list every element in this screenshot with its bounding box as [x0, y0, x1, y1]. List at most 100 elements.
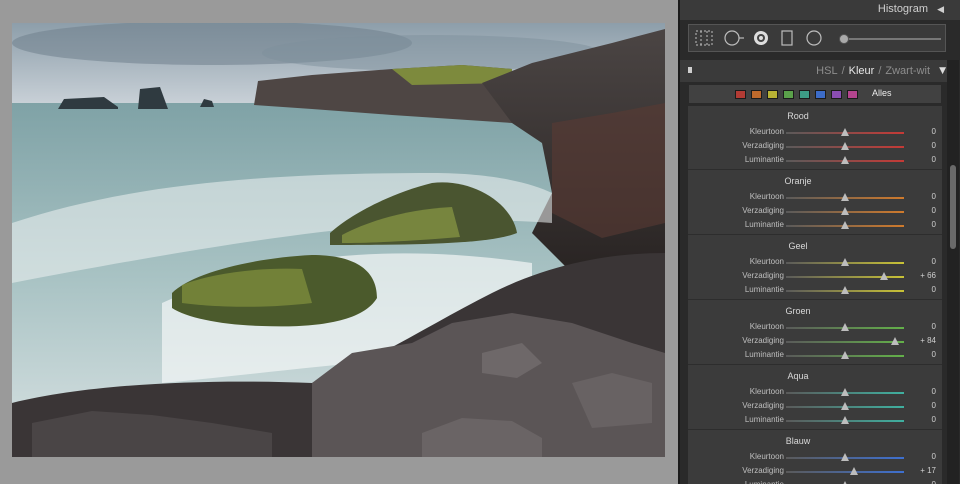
- slider-row-luminantie: Luminantie 0: [688, 414, 942, 428]
- slider-row-kleurtoon: Kleurtoon 0: [688, 256, 942, 270]
- adjustment-brush-icon[interactable]: [839, 34, 849, 44]
- slider-knob[interactable]: [850, 467, 859, 475]
- slider-label: Luminantie: [744, 285, 784, 294]
- slider-label: Luminantie: [745, 480, 784, 484]
- group-title: Geel: [788, 241, 808, 251]
- slider-row-kleurtoon: Kleurtoon 0: [688, 321, 942, 335]
- slider-knob[interactable]: [841, 207, 849, 215]
- tool-strip: [688, 24, 946, 52]
- slider-value[interactable]: 0: [906, 452, 936, 461]
- slider-knob[interactable]: [841, 323, 849, 331]
- slider-row-verzadiging: Verzadiging 0: [688, 205, 942, 219]
- slider-row-kleurtoon: Kleurtoon 0: [688, 386, 942, 400]
- slider-value[interactable]: 0: [906, 415, 936, 424]
- panel-scrollbar[interactable]: [947, 60, 959, 484]
- slider-knob[interactable]: [841, 453, 849, 461]
- slider-label: Kleurtoon: [749, 452, 784, 461]
- lightroom-develop-window: Histogram ◀ HSL / Kleur / Zwart-wit ▼ Al…: [0, 0, 960, 484]
- slider-label: Luminantie: [744, 350, 784, 359]
- slider-knob[interactable]: [890, 337, 899, 345]
- slider-value[interactable]: + 66: [906, 271, 936, 280]
- slider-value[interactable]: + 17: [906, 466, 936, 475]
- triangle-left-icon[interactable]: ◀: [937, 5, 944, 15]
- slider-label: Luminantie: [744, 415, 784, 424]
- color-group-aqua: Aqua Kleurtoon 0 Verzadiging 0 Luminantie 0: [688, 366, 942, 430]
- group-title: Aqua: [787, 371, 809, 381]
- slider-value[interactable]: 0: [906, 480, 936, 484]
- swatch-groen[interactable]: [783, 90, 794, 99]
- panel-switch-icon[interactable]: [688, 67, 692, 73]
- spot-removal-icon[interactable]: [723, 30, 745, 46]
- radial-filter-icon[interactable]: [805, 30, 823, 46]
- color-groups-list: Rood Kleurtoon 0 Verzadiging 0 Luminantie 0 Ora…: [688, 106, 942, 484]
- image-viewer: [0, 0, 678, 484]
- slider-knob[interactable]: [841, 388, 849, 396]
- slider-value[interactable]: 0: [906, 155, 936, 164]
- slider-value[interactable]: 0: [906, 257, 936, 266]
- tab-kleur[interactable]: Kleur: [849, 65, 875, 77]
- swatch-magenta[interactable]: [847, 90, 858, 99]
- slider-value[interactable]: 0: [906, 141, 936, 150]
- slider-value[interactable]: 0: [906, 220, 936, 229]
- adjustment-brush-slider[interactable]: [841, 38, 941, 40]
- tab-separator: /: [841, 65, 845, 77]
- slider-value[interactable]: 0: [906, 285, 936, 294]
- swatch-oranje[interactable]: [751, 90, 762, 99]
- slider-knob[interactable]: [841, 221, 849, 229]
- photo-preview[interactable]: [12, 23, 665, 457]
- slider-row-verzadiging: Verzadiging 0: [688, 400, 942, 414]
- tab-zwart-wit[interactable]: Zwart-wit: [885, 65, 930, 77]
- swatch-rood[interactable]: [735, 90, 746, 99]
- tab-hsl[interactable]: HSL: [816, 65, 837, 77]
- slider-row-luminantie: Luminantie 0: [688, 479, 942, 484]
- photo-seascape-image: [12, 23, 665, 457]
- slider-row-luminantie: Luminantie 0: [688, 284, 942, 298]
- histogram-panel-header[interactable]: Histogram ◀: [680, 0, 960, 20]
- slider-knob[interactable]: [841, 286, 849, 294]
- slider-knob[interactable]: [841, 193, 849, 201]
- slider-knob[interactable]: [841, 416, 849, 424]
- color-group-geel: Geel Kleurtoon 0 Verzadiging + 66 Luminantie 0: [688, 236, 942, 300]
- slider-knob[interactable]: [879, 272, 888, 280]
- slider-label: Verzadiging: [742, 401, 784, 410]
- slider-label: Verzadiging: [742, 336, 784, 345]
- slider-value[interactable]: 0: [906, 322, 936, 331]
- color-swatch-bar: Alles: [688, 84, 942, 104]
- slider-label: Verzadiging: [742, 271, 784, 280]
- slider-row-luminantie: Luminantie 0: [688, 154, 942, 168]
- swatch-blauw[interactable]: [815, 90, 826, 99]
- slider-value[interactable]: 0: [906, 127, 936, 136]
- slider-track[interactable]: [786, 341, 904, 343]
- color-group-rood: Rood Kleurtoon 0 Verzadiging 0 Luminantie 0: [688, 106, 942, 170]
- red-eye-icon[interactable]: [753, 30, 769, 46]
- slider-knob[interactable]: [841, 128, 849, 136]
- swatch-aqua[interactable]: [799, 90, 810, 99]
- slider-knob[interactable]: [841, 351, 849, 359]
- graduated-filter-icon[interactable]: [781, 30, 793, 46]
- triangle-down-icon[interactable]: ▼: [939, 66, 946, 76]
- slider-value[interactable]: 0: [906, 350, 936, 359]
- slider-row-kleurtoon: Kleurtoon 0: [688, 451, 942, 465]
- slider-row-kleurtoon: Kleurtoon 0: [688, 126, 942, 140]
- slider-value[interactable]: + 84: [906, 336, 936, 345]
- slider-knob[interactable]: [841, 258, 849, 266]
- swatch-geel[interactable]: [767, 90, 778, 99]
- swatch-paars[interactable]: [831, 90, 842, 99]
- swatch-all-button[interactable]: Alles: [872, 88, 892, 98]
- slider-knob[interactable]: [841, 142, 849, 150]
- crop-overlay-icon[interactable]: [695, 30, 713, 46]
- slider-knob[interactable]: [841, 156, 849, 164]
- slider-label: Kleurtoon: [749, 127, 784, 136]
- slider-row-verzadiging: Verzadiging + 84: [688, 335, 942, 349]
- scrollbar-thumb[interactable]: [950, 165, 956, 249]
- slider-label: Kleurtoon: [749, 322, 784, 331]
- tab-separator: /: [878, 65, 882, 77]
- slider-value[interactable]: 0: [906, 206, 936, 215]
- slider-row-kleurtoon: Kleurtoon 0: [688, 191, 942, 205]
- slider-value[interactable]: 0: [906, 401, 936, 410]
- slider-label: Verzadiging: [742, 206, 784, 215]
- slider-track[interactable]: [786, 471, 904, 473]
- slider-value[interactable]: 0: [906, 192, 936, 201]
- slider-value[interactable]: 0: [906, 387, 936, 396]
- slider-knob[interactable]: [841, 402, 849, 410]
